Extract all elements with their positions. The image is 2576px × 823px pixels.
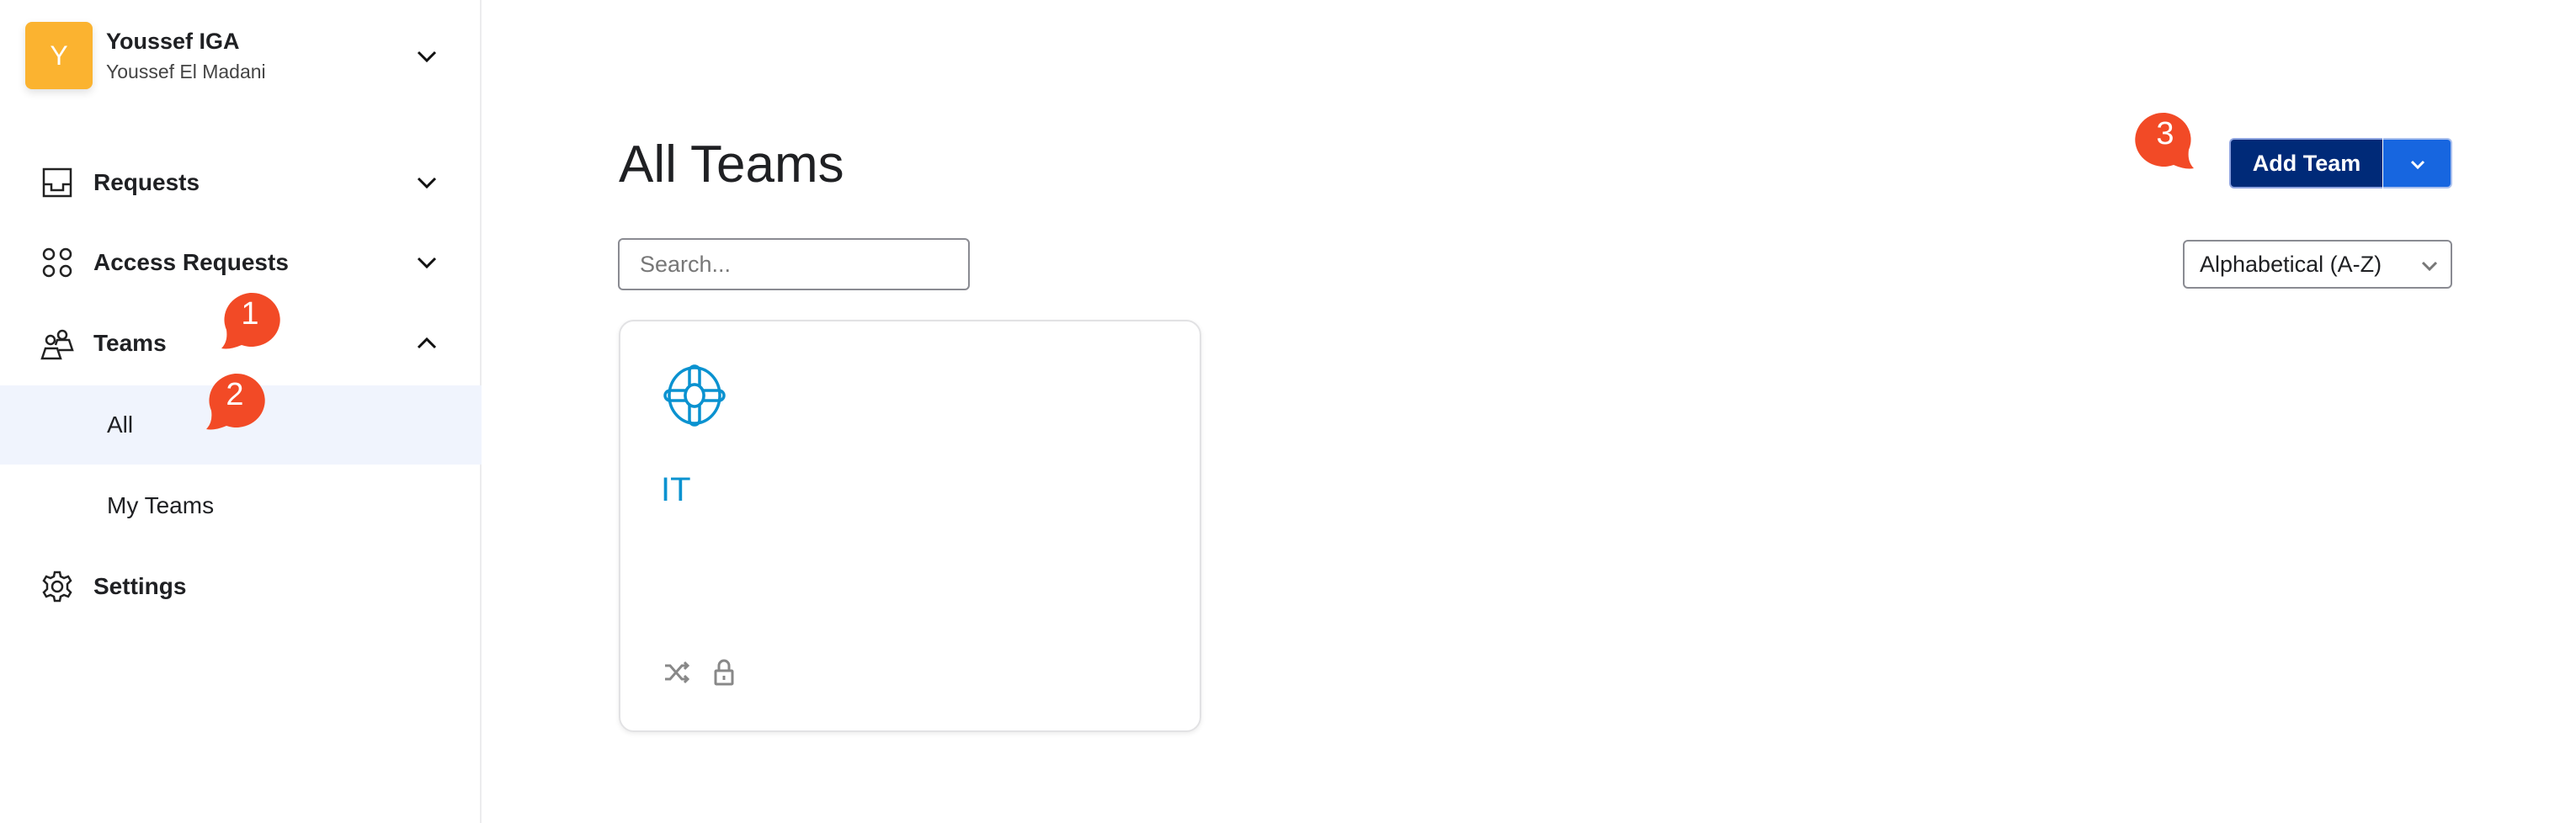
lifebuoy-icon bbox=[663, 364, 726, 427]
user-name: Youssef El Madani bbox=[106, 61, 266, 82]
account-chevron-down-icon[interactable] bbox=[414, 44, 439, 69]
team-card[interactable]: IT bbox=[619, 320, 1201, 732]
sidebar-subitem-label: All bbox=[107, 412, 134, 438]
users-icon bbox=[40, 329, 74, 360]
sort-select[interactable]: Alphabetical (A-Z) bbox=[2183, 240, 2452, 289]
chevron-up-icon bbox=[417, 337, 437, 349]
org-name: Youssef IGA bbox=[106, 29, 240, 54]
shuffle-icon bbox=[665, 661, 690, 684]
sort-value: Alphabetical (A-Z) bbox=[2200, 251, 2382, 277]
search-input[interactable] bbox=[618, 238, 970, 290]
avatar[interactable]: Y bbox=[25, 22, 93, 89]
sidebar-item-settings[interactable]: Settings bbox=[0, 547, 482, 626]
sidebar-subitem-my-teams[interactable]: My Teams bbox=[0, 466, 482, 545]
sidebar-subitem-label: My Teams bbox=[107, 492, 215, 518]
add-team-dropdown-button[interactable] bbox=[2383, 138, 2452, 188]
sidebar-item-label: Access Requests bbox=[93, 249, 289, 275]
sidebar-item-label: Teams bbox=[93, 330, 167, 356]
chevron-down-icon bbox=[417, 257, 437, 269]
annotation-badge-2: 2 bbox=[201, 370, 269, 438]
sidebar-item-label: Settings bbox=[93, 573, 187, 599]
add-team-button[interactable]: Add Team bbox=[2229, 138, 2382, 188]
annotation-badge-1: 1 bbox=[216, 289, 284, 357]
sidebar-item-label: Requests bbox=[93, 169, 200, 195]
chevron-down-icon bbox=[2410, 160, 2425, 170]
chevron-down-icon bbox=[2421, 261, 2438, 272]
grid-circles-icon bbox=[42, 247, 72, 278]
sidebar-item-requests[interactable]: Requests bbox=[0, 143, 482, 222]
team-name[interactable]: IT bbox=[661, 471, 691, 509]
lock-icon bbox=[714, 659, 734, 686]
chevron-down-icon bbox=[417, 177, 437, 189]
gear-icon bbox=[42, 571, 72, 603]
annotation-badge-3: 3 bbox=[2132, 109, 2199, 177]
page-title: All Teams bbox=[619, 135, 844, 194]
inbox-icon bbox=[42, 167, 72, 198]
